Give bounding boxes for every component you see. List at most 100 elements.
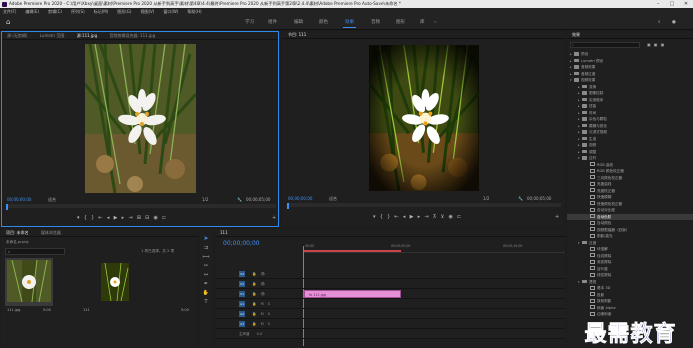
workspace-tab-assembly[interactable]: 组件 — [268, 16, 277, 30]
v3-lock-icon[interactable]: 🔒 — [252, 272, 256, 276]
tab-lumetri-scopes[interactable]: Lumetri 范围 — [40, 33, 65, 38]
type-tool-icon[interactable]: T — [199, 299, 213, 305]
workspace-tab-editing[interactable]: 编辑 — [294, 16, 303, 30]
tab-audio-clip-mixer[interactable]: 音频剪辑混合器: 111.jpg — [109, 33, 155, 38]
workspace-overflow-icon[interactable]: » — [434, 16, 437, 30]
compare-icon[interactable]: ⊏ — [457, 214, 465, 220]
tab-timeline-sequence[interactable]: 111 — [220, 230, 228, 235]
minimize-button[interactable]: – — [651, 0, 665, 8]
menu-sequence[interactable]: 序列(S) — [71, 9, 85, 14]
source-time-ruler[interactable] — [6, 204, 276, 208]
workspace-tab-audio[interactable]: 音频 — [371, 16, 380, 30]
menu-marker[interactable]: 标记(M) — [94, 9, 109, 14]
tab-media-browser[interactable]: 媒体浏览器 — [41, 230, 61, 235]
a2-solo-button[interactable]: S — [268, 312, 270, 316]
work-area-bar[interactable] — [303, 250, 401, 252]
selection-tool-icon[interactable]: ➤ — [199, 235, 213, 242]
program-export-frame-icon[interactable]: ◉ — [449, 214, 458, 220]
tab-program[interactable]: 节目: 111 — [288, 32, 306, 37]
workspace-tab-effects[interactable]: 效果 — [343, 16, 356, 30]
notification-icon[interactable]: ● — [672, 16, 676, 30]
extract-icon[interactable]: ⊻ — [441, 214, 449, 220]
accelerated-effects-icon[interactable]: ▣ — [647, 42, 654, 47]
source-video-frame[interactable] — [85, 44, 196, 193]
menu-file[interactable]: 文件(F) — [3, 9, 16, 14]
master-track-value[interactable]: 0.0 — [257, 332, 263, 336]
menu-edit[interactable]: 编辑(E) — [25, 9, 39, 14]
workspace-tab-libraries[interactable]: 库 — [420, 16, 425, 30]
menu-window[interactable]: 窗口(W) — [163, 9, 178, 14]
a3-lock-icon[interactable]: 🔒 — [252, 322, 256, 326]
program-resolution-select[interactable]: 1/2 — [483, 196, 489, 201]
go-out-icon[interactable]: ⇥ — [128, 215, 136, 221]
a3-mute-button[interactable]: M — [261, 322, 264, 326]
v1-target-button[interactable]: V1 — [239, 291, 245, 297]
overwrite-icon[interactable]: ⊟ — [145, 215, 153, 221]
a1-solo-button[interactable]: S — [268, 302, 270, 306]
timeline-timecode[interactable]: 00;00;00;00 — [223, 240, 260, 247]
source-add-button-icon[interactable]: + — [272, 215, 276, 221]
play-icon[interactable]: ▶ — [114, 215, 122, 221]
v3-eye-icon[interactable]: 👁 — [261, 272, 265, 276]
timeline-clip[interactable]: fx 111.jpg — [304, 290, 401, 298]
a2-lock-icon[interactable]: 🔒 — [252, 312, 256, 316]
a1-lock-icon[interactable]: 🔒 — [252, 302, 256, 306]
a1-mute-button[interactable]: M — [261, 302, 264, 306]
a1-target-button[interactable]: A1 — [239, 301, 245, 307]
lift-icon[interactable]: ⊼ — [433, 214, 441, 220]
program-fit-select[interactable]: 适合 — [329, 196, 337, 202]
button-editor-icon[interactable]: ⊏ — [162, 215, 170, 221]
yuv-effects-icon[interactable]: ▣ — [661, 42, 668, 47]
program-go-out-icon[interactable]: ⇥ — [424, 214, 432, 220]
workspace-tab-color[interactable]: 颜色 — [319, 16, 328, 30]
mark-out2-icon[interactable]: } — [91, 215, 98, 221]
a3-target-button[interactable]: A3 — [239, 321, 245, 327]
source-playhead[interactable] — [6, 204, 8, 210]
ripple-edit-tool-icon[interactable]: ⟺ — [199, 254, 213, 260]
program-time-ruler[interactable] — [287, 203, 561, 207]
mark-in-icon[interactable]: ▾ — [77, 215, 84, 221]
hand-tool-icon[interactable]: ✋ — [199, 290, 213, 296]
program-out-icon[interactable]: } — [387, 214, 394, 220]
program-add-button-icon[interactable]: + — [555, 214, 559, 220]
v2-eye-icon[interactable]: 👁 — [261, 282, 265, 286]
menu-clip[interactable]: 剪辑(C) — [48, 9, 62, 14]
search-icon[interactable]: ⌕ — [658, 16, 661, 30]
razor-tool-icon[interactable]: ✂ — [199, 263, 213, 269]
program-playhead[interactable] — [287, 203, 289, 209]
go-in-icon[interactable]: ⇤ — [99, 215, 107, 221]
home-icon[interactable]: ⌂ — [6, 19, 14, 26]
program-play-icon[interactable]: ▶ — [410, 214, 418, 220]
v2-lock-icon[interactable]: 🔒 — [252, 282, 256, 286]
source-fit-select[interactable]: 适合 — [48, 197, 56, 203]
v2-target-button[interactable]: V2 — [239, 281, 245, 287]
project-item-thumb[interactable] — [5, 258, 53, 306]
v1-lock-icon[interactable]: 🔒 — [252, 292, 256, 296]
a2-target-button[interactable]: A2 — [239, 311, 245, 317]
menu-graphics[interactable]: 图形(G) — [117, 9, 131, 14]
tab-source-clip[interactable]: 源:111.jpg — [77, 33, 97, 38]
program-timecode[interactable]: 00;00;00;00 — [288, 196, 312, 201]
maximize-button[interactable]: □ — [665, 0, 679, 8]
project-sequence-thumb[interactable] — [101, 262, 129, 302]
program-video-frame[interactable] — [369, 45, 479, 191]
source-timecode[interactable]: 00;00;00;00 — [7, 197, 31, 202]
program-settings-icon[interactable]: 🔧 — [518, 196, 523, 201]
source-settings-icon[interactable]: 🔧 — [237, 197, 242, 202]
a2-mute-button[interactable]: M — [261, 312, 264, 316]
insert-icon[interactable]: ⊞ — [137, 215, 145, 221]
menu-view[interactable]: 视图(V) — [140, 9, 154, 14]
slip-tool-icon[interactable]: ↔ — [199, 272, 213, 278]
program-mark-in-icon[interactable]: ▾ — [373, 214, 380, 220]
v1-eye-icon[interactable]: 👁 — [261, 292, 265, 296]
workspace-tab-graphics[interactable]: 图形 — [396, 16, 405, 30]
tab-project[interactable]: 项目: 未命名 — [6, 230, 29, 235]
tab-effects[interactable]: 效果 — [572, 32, 580, 37]
step-back-icon[interactable]: ◂ — [107, 215, 114, 221]
v3-target-button[interactable]: V3 — [239, 271, 245, 277]
a3-solo-button[interactable]: S — [268, 322, 270, 326]
program-go-in-icon[interactable]: ⇤ — [395, 214, 403, 220]
effect-item[interactable]: 边缘斜面 — [567, 311, 693, 318]
menu-help[interactable]: 帮助(H) — [187, 9, 201, 14]
pen-tool-icon[interactable]: ✒ — [199, 281, 213, 287]
